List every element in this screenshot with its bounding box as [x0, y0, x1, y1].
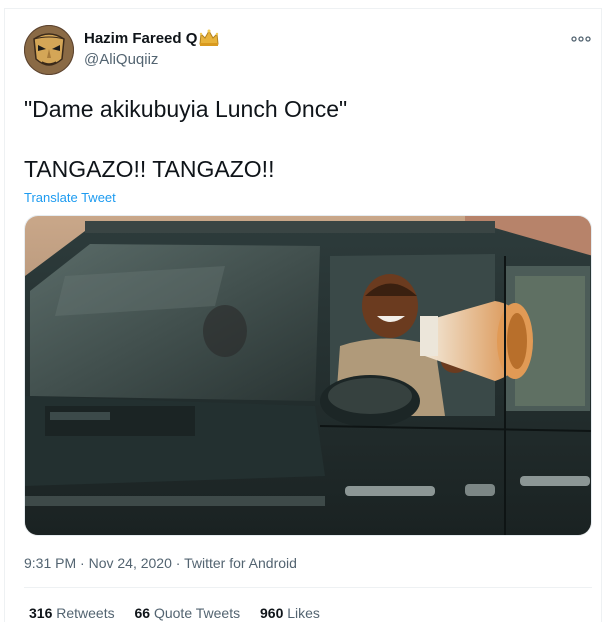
meta-separator: · — [76, 555, 89, 571]
display-name[interactable]: Hazim Fareed Q — [84, 30, 197, 47]
translate-tweet-link[interactable]: Translate Tweet — [24, 190, 116, 205]
quote-tweets-stat[interactable]: 66 Quote Tweets — [135, 605, 241, 621]
masked-avatar-icon — [24, 25, 74, 75]
tweet-text-line-2: TANGAZO!! TANGAZO!! — [24, 156, 275, 182]
handle[interactable]: @AliQuqiiz — [84, 51, 158, 68]
tweet-metadata: 9:31 PM · Nov 24, 2020 · Twitter for And… — [24, 555, 297, 571]
car-megaphone-photo — [25, 216, 591, 535]
meta-separator: · — [171, 555, 185, 571]
tweet-media-image[interactable] — [24, 215, 592, 536]
tweet-text-line-1: "Dame akikubuyia Lunch Once" — [24, 96, 348, 122]
likes-label: Likes — [287, 605, 320, 621]
avatar[interactable] — [24, 25, 74, 75]
tweet-source[interactable]: Twitter for Android — [184, 555, 297, 571]
retweets-count: 316 — [29, 605, 53, 621]
divider — [24, 587, 592, 588]
likes-count: 960 — [260, 605, 284, 621]
quote-tweets-count: 66 — [134, 605, 151, 621]
tweet-card: Hazim Fareed Q @AliQuqiiz "Dame akikubuy… — [4, 8, 602, 622]
likes-stat[interactable]: 960 Likes — [260, 605, 320, 621]
crown-icon — [199, 29, 219, 46]
quote-tweets-label: Quote Tweets — [153, 605, 241, 621]
retweets-stat[interactable]: 316 Retweets — [29, 605, 115, 621]
tweet-time[interactable]: 9:31 PM — [24, 555, 76, 571]
retweets-label: Retweets — [56, 605, 115, 621]
tweet-stats: 316 Retweets 66 Quote Tweets 960 Likes — [29, 605, 336, 621]
more-options-icon[interactable] — [569, 32, 593, 46]
tweet-date[interactable]: Nov 24, 2020 — [89, 555, 172, 571]
